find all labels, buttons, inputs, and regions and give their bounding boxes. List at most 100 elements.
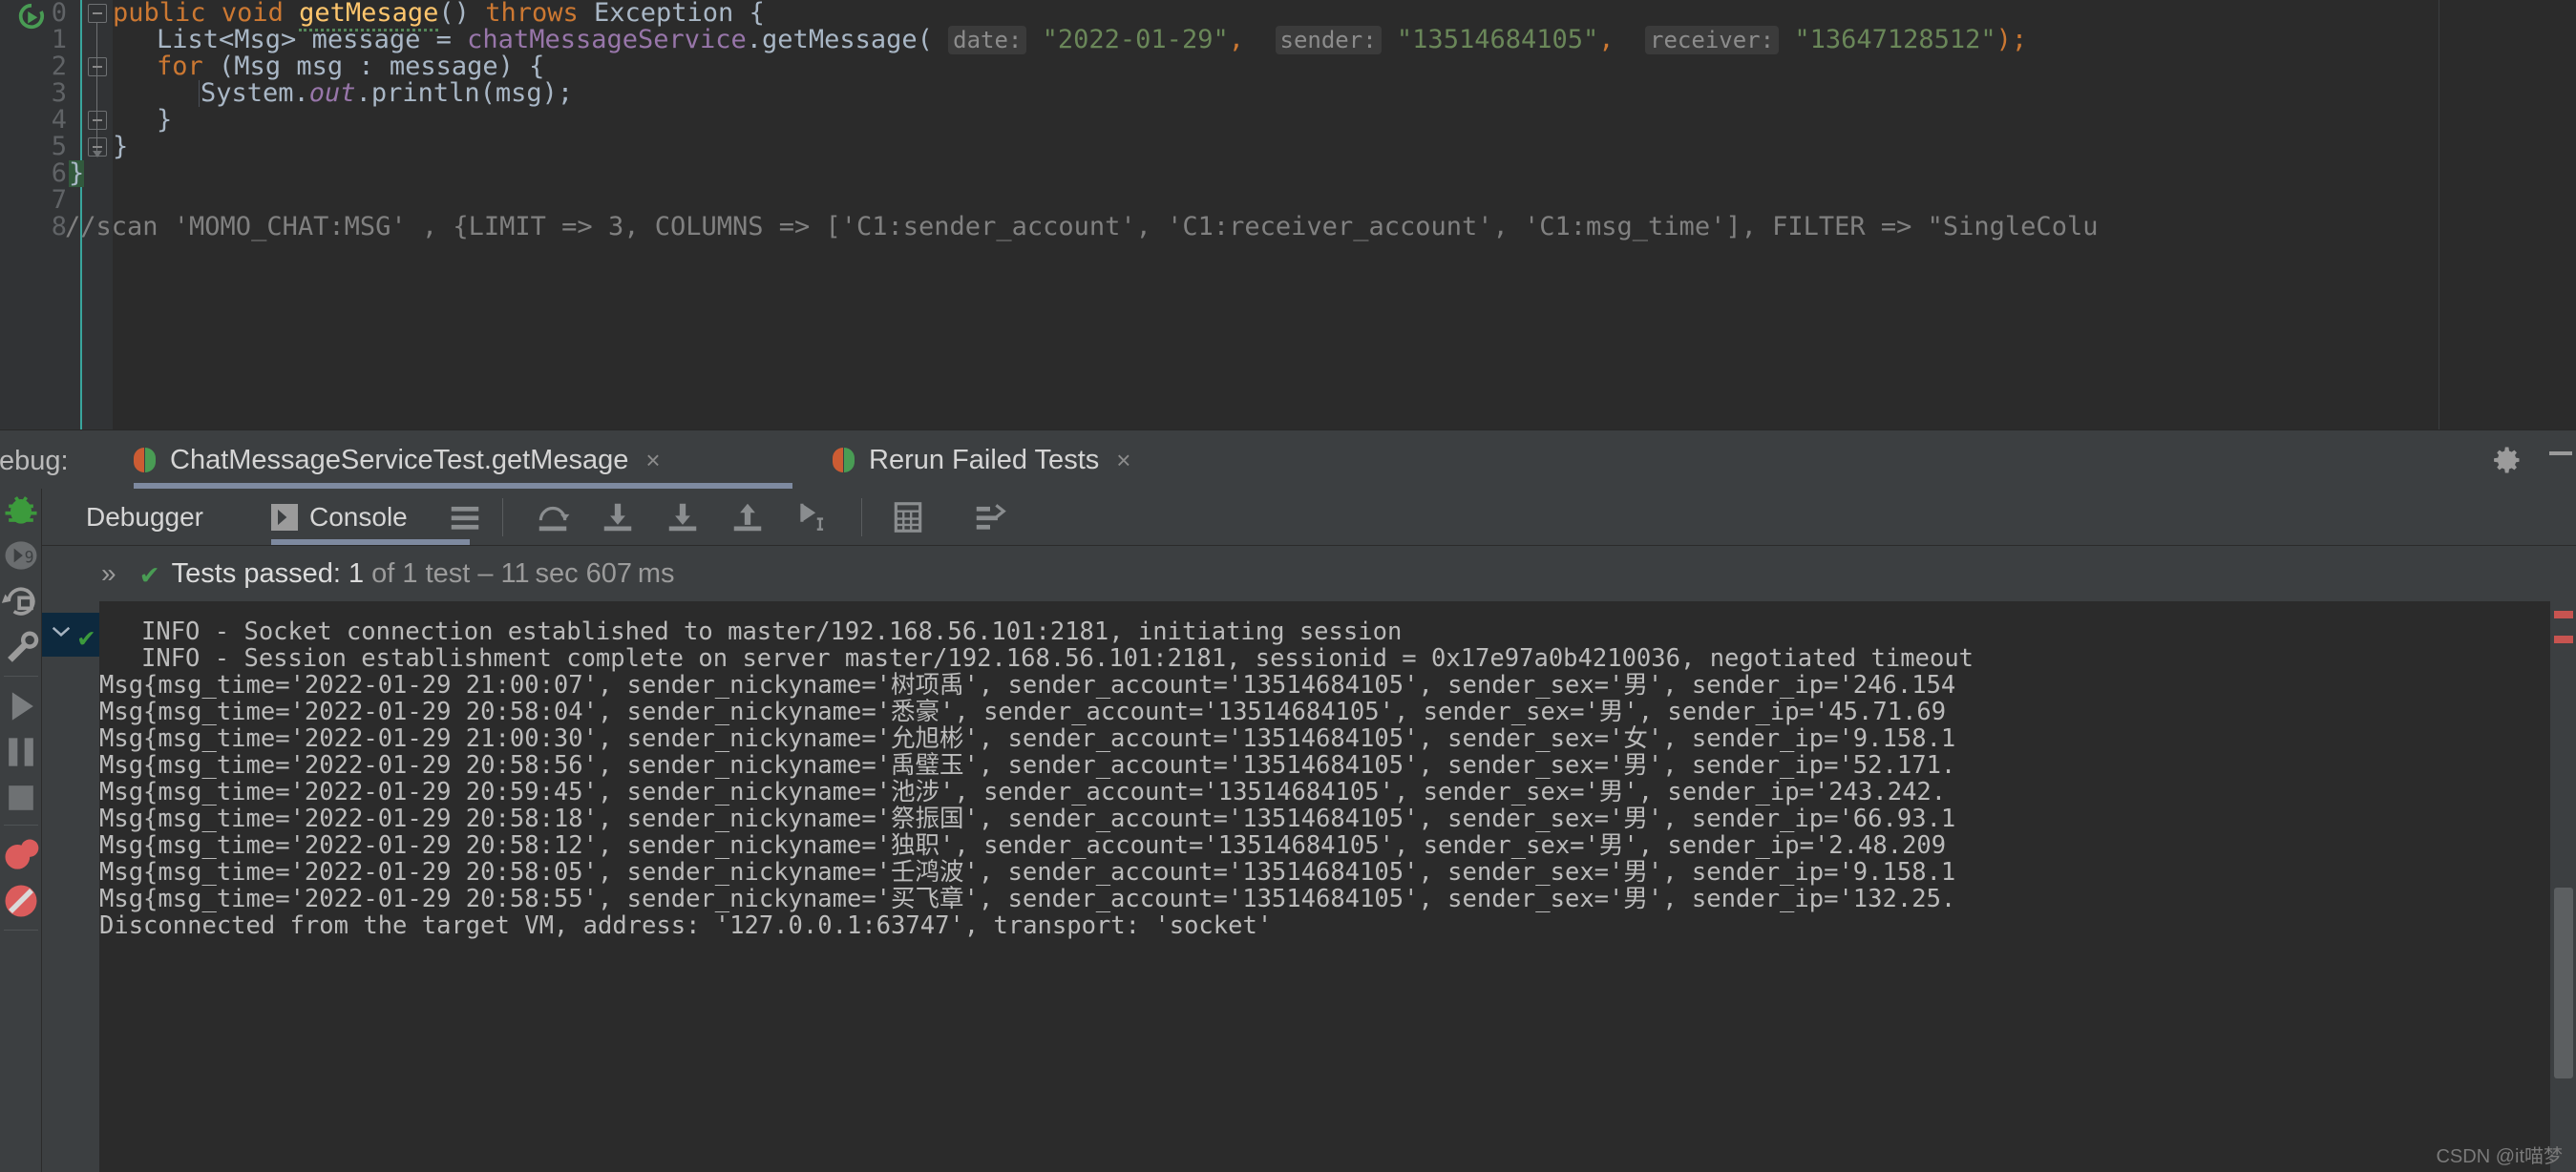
equals: =: [435, 25, 452, 54]
minimize-icon[interactable]: [2549, 451, 2572, 455]
step-into-icon[interactable]: [600, 499, 636, 535]
run-tab-label: Rerun Failed Tests: [869, 444, 1100, 475]
close-icon[interactable]: ×: [1116, 446, 1130, 475]
comma: ,: [1598, 25, 1615, 54]
line-number: 1: [51, 25, 67, 54]
test-status-main: Tests passed: 1: [171, 557, 365, 589]
debug-action-rail[interactable]: 9: [0, 489, 42, 1172]
fold-marker-class[interactable]: [88, 111, 107, 130]
code-line-8-comment: //scan 'MOMO_CHAT:MSG' , {LIMIT => 3, CO…: [65, 212, 2099, 241]
run-config-icon: [833, 448, 855, 472]
console-scrollbar[interactable]: [2549, 601, 2576, 1172]
step-out-icon[interactable]: [729, 499, 766, 535]
soft-wrap-icon[interactable]: [447, 499, 483, 535]
tab-console[interactable]: Console: [271, 489, 408, 546]
run-tab-label: ChatMessageServiceTest.getMesage: [170, 444, 629, 475]
param-hint-sender: sender:: [1275, 26, 1382, 54]
keyword-for: for: [157, 52, 203, 81]
rail-divider: [4, 930, 38, 931]
comma: ,: [1228, 25, 1244, 54]
view-breakpoints-icon[interactable]: [0, 834, 42, 876]
toolbar-separator: [861, 498, 862, 536]
fold-marker-method[interactable]: [88, 4, 107, 23]
scrollbar-thumb[interactable]: [2554, 888, 2573, 1078]
run-tab-chatmessageservicetest[interactable]: ChatMessageServiceTest.getMesage ×: [134, 430, 661, 490]
console-line: Msg{msg_time='2022-01-29 20:58:05', send…: [99, 858, 1956, 887]
settings-wrench-icon[interactable]: [0, 626, 42, 668]
parens: (): [438, 0, 470, 28]
error-marker[interactable]: [2554, 636, 2573, 643]
keyword-throws: throws: [485, 0, 579, 28]
run-test-gutter-icon[interactable]: [17, 2, 46, 31]
force-step-into-icon[interactable]: [665, 499, 701, 535]
code-line-4: }: [157, 107, 172, 134]
debug-tool-window[interactable]: Debug: ChatMessageServiceTest.getMesage …: [0, 429, 2576, 1172]
active-subtab-underline: [271, 539, 470, 545]
debug-header[interactable]: Debug: ChatMessageServiceTest.getMesage …: [0, 429, 2576, 489]
system-ref: System.: [201, 78, 309, 108]
gear-icon[interactable]: [2489, 443, 2523, 477]
code-editor[interactable]: 0 1 2 3 4 5 6 7 8 public void getMesage(…: [0, 0, 2576, 429]
line-number: 0: [51, 0, 67, 28]
run-tab-rerun-failed-tests[interactable]: Rerun Failed Tests ×: [833, 430, 1130, 490]
mute-breakpoints-icon[interactable]: 9: [0, 534, 42, 576]
evaluate-expression-icon[interactable]: [890, 499, 926, 535]
arg-sender: "13514684105": [1396, 25, 1599, 54]
console-fold-column[interactable]: ✔: [42, 601, 99, 1172]
watermark: CSDN @it喵梦: [2436, 1146, 2563, 1167]
arg-date: "2022-01-29": [1042, 25, 1229, 54]
open-brace: {: [749, 0, 765, 28]
code-line-5: }: [113, 134, 128, 160]
error-marker[interactable]: [2554, 611, 2573, 618]
console-text[interactable]: INFO - Socket connection established to …: [99, 601, 2576, 1172]
toolbar-separator: [502, 498, 503, 536]
line-number: 3: [51, 78, 67, 108]
test-status-detail: of 1 test – 11 sec 607 ms: [371, 557, 675, 589]
close-icon[interactable]: ×: [645, 446, 660, 475]
console-line: INFO - Session establishment complete on…: [141, 644, 1974, 673]
tab-debugger-label: Debugger: [86, 502, 203, 532]
code-line-2: for (Msg msg : message) {: [157, 53, 544, 80]
keyword-void: void: [221, 0, 284, 28]
run-to-cursor-icon[interactable]: [794, 499, 831, 535]
fold-marker-body[interactable]: [88, 137, 107, 157]
code-line-1: List<Msg> message = chatMessageService.g…: [157, 25, 2027, 54]
console-line: Msg{msg_time='2022-01-29 20:58:56', send…: [99, 751, 1956, 780]
println-call: .println(msg);: [355, 78, 574, 108]
code-text[interactable]: public void getMesage() throws Exception…: [65, 0, 2576, 429]
console-line: INFO - Socket connection established to …: [141, 617, 1403, 646]
chevron-down-icon[interactable]: [52, 626, 71, 638]
param-hint-date: date:: [948, 26, 1027, 54]
stop-icon[interactable]: [0, 777, 42, 819]
tab-console-label: Console: [309, 502, 408, 532]
line-number: 6: [51, 158, 67, 188]
console-output-panel[interactable]: ✔ INFO - Socket connection established t…: [42, 601, 2576, 1172]
debug-bug-icon[interactable]: [0, 489, 42, 531]
line-number: 5: [51, 132, 67, 161]
debug-subtoolbar[interactable]: Debugger Console: [42, 489, 2576, 546]
test-status-bar: » ✔ Tests passed: 1 of 1 test – 11 sec 6…: [42, 546, 2576, 601]
rail-divider: [4, 825, 38, 826]
expand-chevrons-icon[interactable]: »: [101, 558, 116, 589]
for-header: (Msg msg : message) {: [219, 52, 545, 81]
tab-debugger[interactable]: Debugger: [86, 489, 203, 546]
step-over-icon[interactable]: [535, 499, 571, 535]
get-message-call: getMessage(: [762, 25, 933, 54]
resume-program-icon[interactable]: [0, 685, 42, 727]
run-config-icon: [134, 448, 157, 472]
mute-all-breakpoints-icon[interactable]: [0, 880, 42, 922]
line-number: 7: [51, 185, 67, 215]
pause-program-icon[interactable]: [0, 731, 42, 773]
close-brace-for: }: [157, 105, 173, 135]
fold-marker-for[interactable]: [88, 57, 107, 76]
var-message: message: [311, 25, 421, 54]
console-line: Msg{msg_time='2022-01-29 20:58:18', send…: [99, 805, 1956, 833]
arg-receiver: "13647128512": [1794, 25, 1996, 54]
debug-label: Debug:: [0, 446, 69, 476]
out-field: out: [308, 78, 356, 108]
code-line-0: public void getMesage() throws Exception…: [113, 0, 765, 31]
restore-layout-icon[interactable]: [0, 580, 42, 622]
exception-type: Exception: [594, 0, 734, 28]
line-number: 4: [51, 105, 67, 135]
thread-dump-icon[interactable]: [972, 499, 1008, 535]
